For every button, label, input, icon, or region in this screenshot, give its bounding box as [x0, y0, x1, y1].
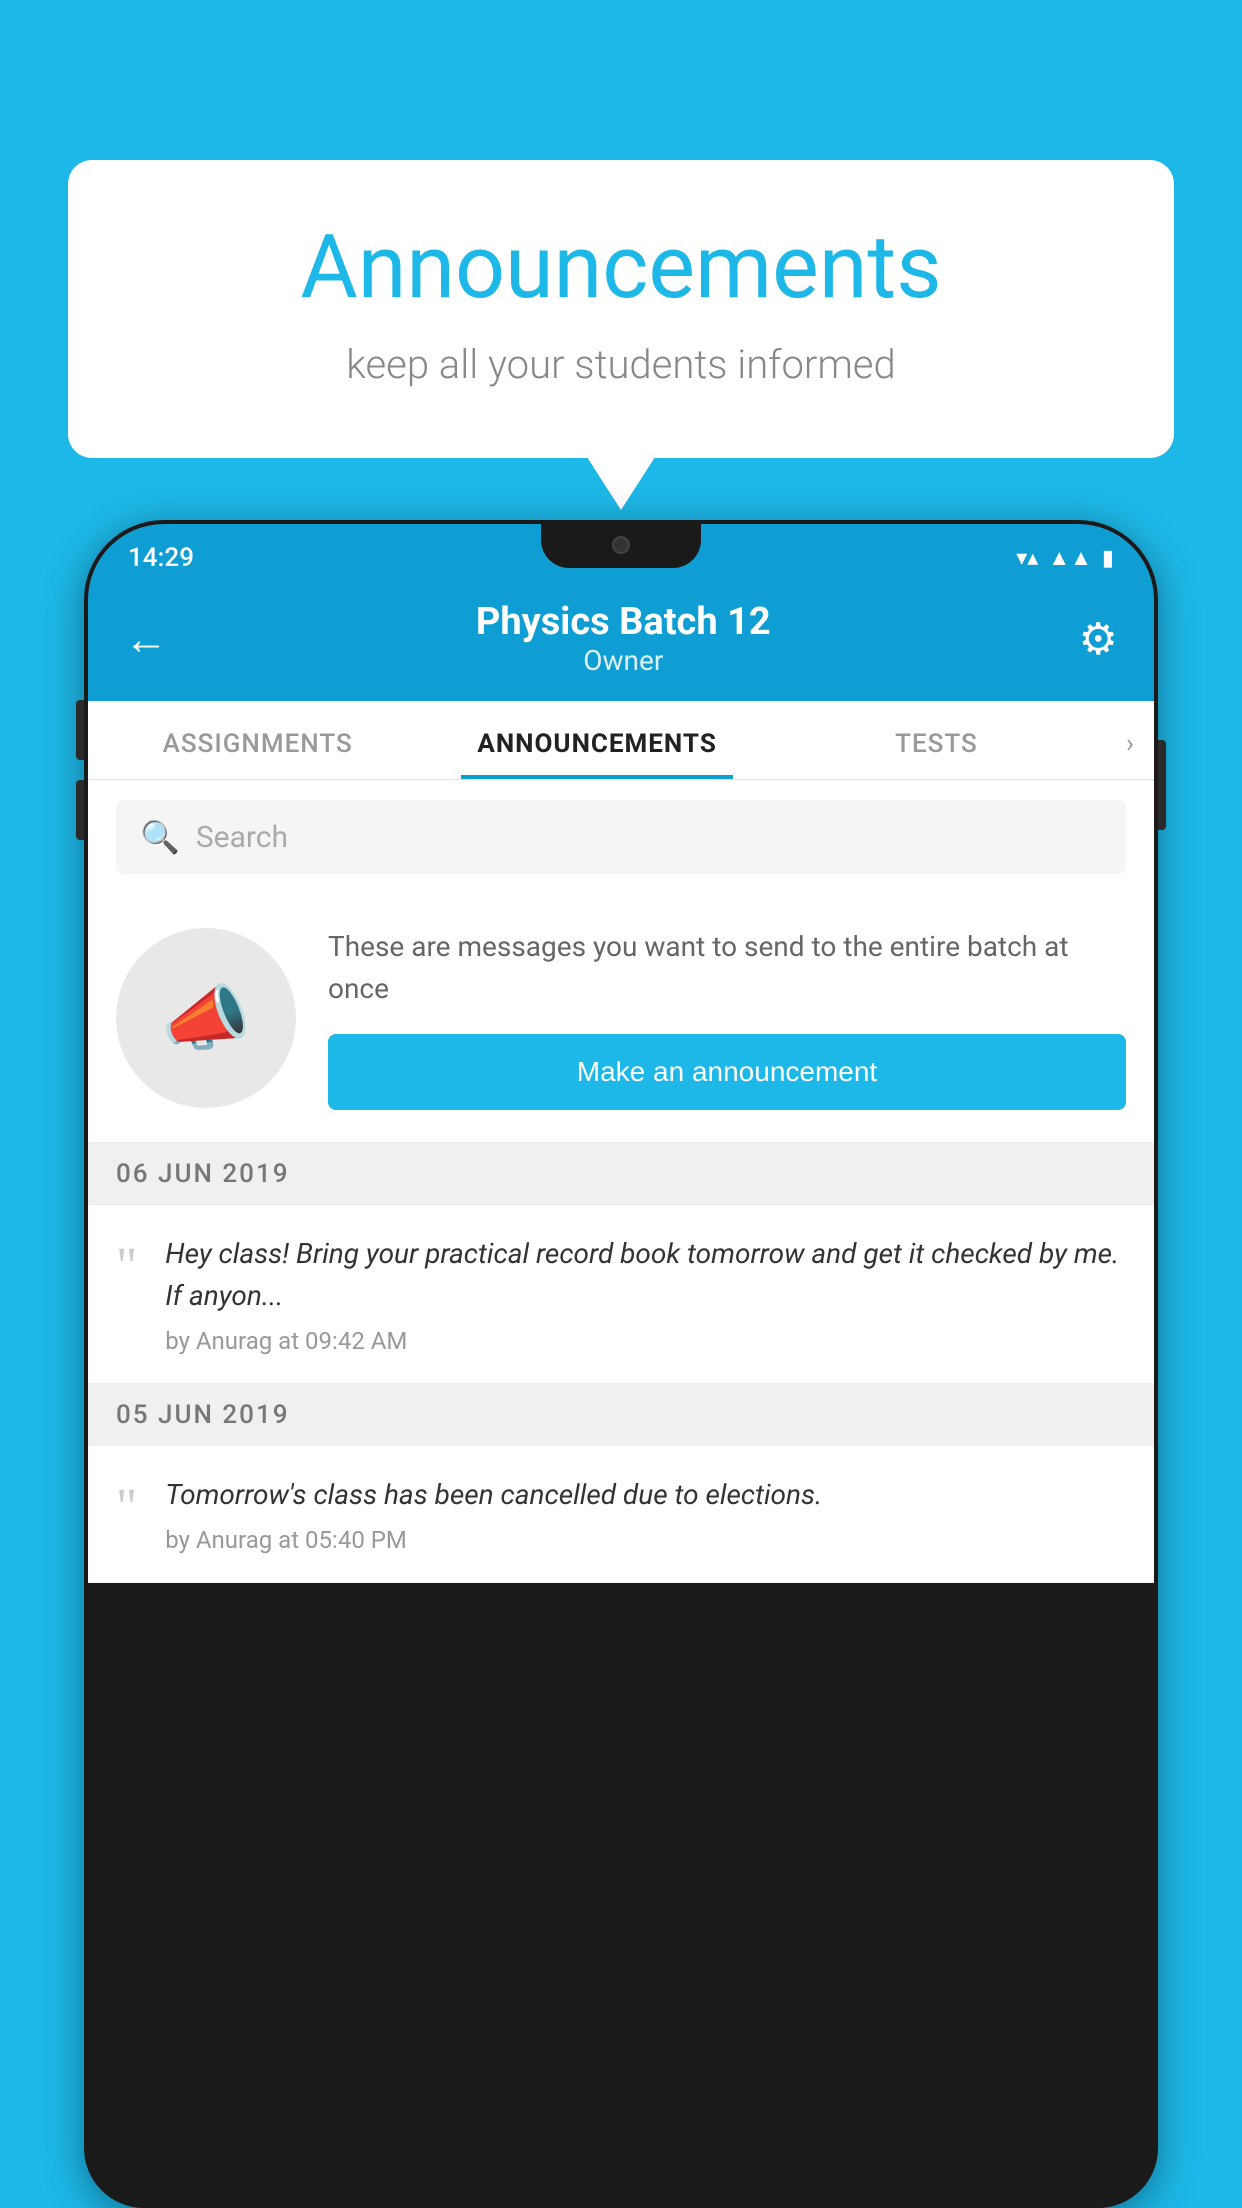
message-meta-2: by Anurag at 05:40 PM: [165, 1526, 1126, 1554]
quote-icon-1: ": [116, 1241, 137, 1293]
tab-tests[interactable]: TESTS: [767, 701, 1106, 779]
back-button[interactable]: ←: [124, 613, 168, 665]
date-divider-2: 05 JUN 2019: [88, 1384, 1154, 1446]
search-bar: 🔍 Search: [88, 780, 1154, 894]
announcement-right: These are messages you want to send to t…: [328, 926, 1126, 1110]
header-title: Physics Batch 12: [476, 600, 771, 644]
date-divider-1: 06 JUN 2019: [88, 1143, 1154, 1205]
bubble-subtitle: keep all your students informed: [148, 341, 1094, 388]
search-input-wrap[interactable]: 🔍 Search: [116, 800, 1126, 874]
tab-announcements[interactable]: ANNOUNCEMENTS: [427, 701, 766, 779]
header-center: Physics Batch 12 Owner: [476, 600, 771, 677]
speech-bubble-section: Announcements keep all your students inf…: [68, 160, 1174, 458]
megaphone-icon: 📣: [161, 976, 251, 1061]
status-time: 14:29: [128, 543, 194, 573]
quote-icon-2: ": [116, 1482, 137, 1534]
message-meta-1: by Anurag at 09:42 AM: [165, 1327, 1126, 1355]
volume-down-button[interactable]: [76, 780, 84, 840]
front-camera: [612, 536, 630, 554]
tab-assignments[interactable]: ASSIGNMENTS: [88, 701, 427, 779]
settings-icon[interactable]: ⚙: [1079, 613, 1118, 665]
wifi-icon: ▾▴: [1016, 546, 1038, 571]
volume-up-button[interactable]: [76, 700, 84, 760]
phone-screen: 14:29 ▾▴ ▲▲ ▮ ← Physics Batch 12 Owner ⚙…: [88, 524, 1154, 2204]
phone-frame: 14:29 ▾▴ ▲▲ ▮ ← Physics Batch 12 Owner ⚙…: [84, 520, 1158, 2208]
power-button[interactable]: [1158, 740, 1166, 830]
search-icon: 🔍: [140, 818, 180, 856]
bubble-title: Announcements: [148, 220, 1094, 317]
message-item-1[interactable]: " Hey class! Bring your practical record…: [88, 1205, 1154, 1384]
message-text-1: Hey class! Bring your practical record b…: [165, 1233, 1126, 1317]
message-text-2: Tomorrow's class has been cancelled due …: [165, 1474, 1126, 1516]
header-subtitle: Owner: [476, 644, 771, 677]
tab-bar: ASSIGNMENTS ANNOUNCEMENTS TESTS ›: [88, 701, 1154, 780]
speech-bubble: Announcements keep all your students inf…: [68, 160, 1174, 458]
message-item-2[interactable]: " Tomorrow's class has been cancelled du…: [88, 1446, 1154, 1583]
message-content-2: Tomorrow's class has been cancelled due …: [165, 1474, 1126, 1554]
announcement-intro: 📣 These are messages you want to send to…: [88, 894, 1154, 1143]
status-icons: ▾▴ ▲▲ ▮: [1016, 545, 1114, 571]
phone-notch: [541, 524, 701, 568]
message-content-1: Hey class! Bring your practical record b…: [165, 1233, 1126, 1355]
search-placeholder: Search: [196, 820, 288, 855]
make-announcement-button[interactable]: Make an announcement: [328, 1034, 1126, 1110]
tab-more-icon[interactable]: ›: [1106, 701, 1154, 779]
phone-content: 🔍 Search 📣 These are messages you want t…: [88, 780, 1154, 1583]
app-header: ← Physics Batch 12 Owner ⚙: [88, 584, 1154, 701]
signal-icon: ▲▲: [1048, 545, 1092, 571]
battery-icon: ▮: [1102, 546, 1114, 571]
announcement-avatar: 📣: [116, 928, 296, 1108]
announcement-description: These are messages you want to send to t…: [328, 926, 1126, 1010]
